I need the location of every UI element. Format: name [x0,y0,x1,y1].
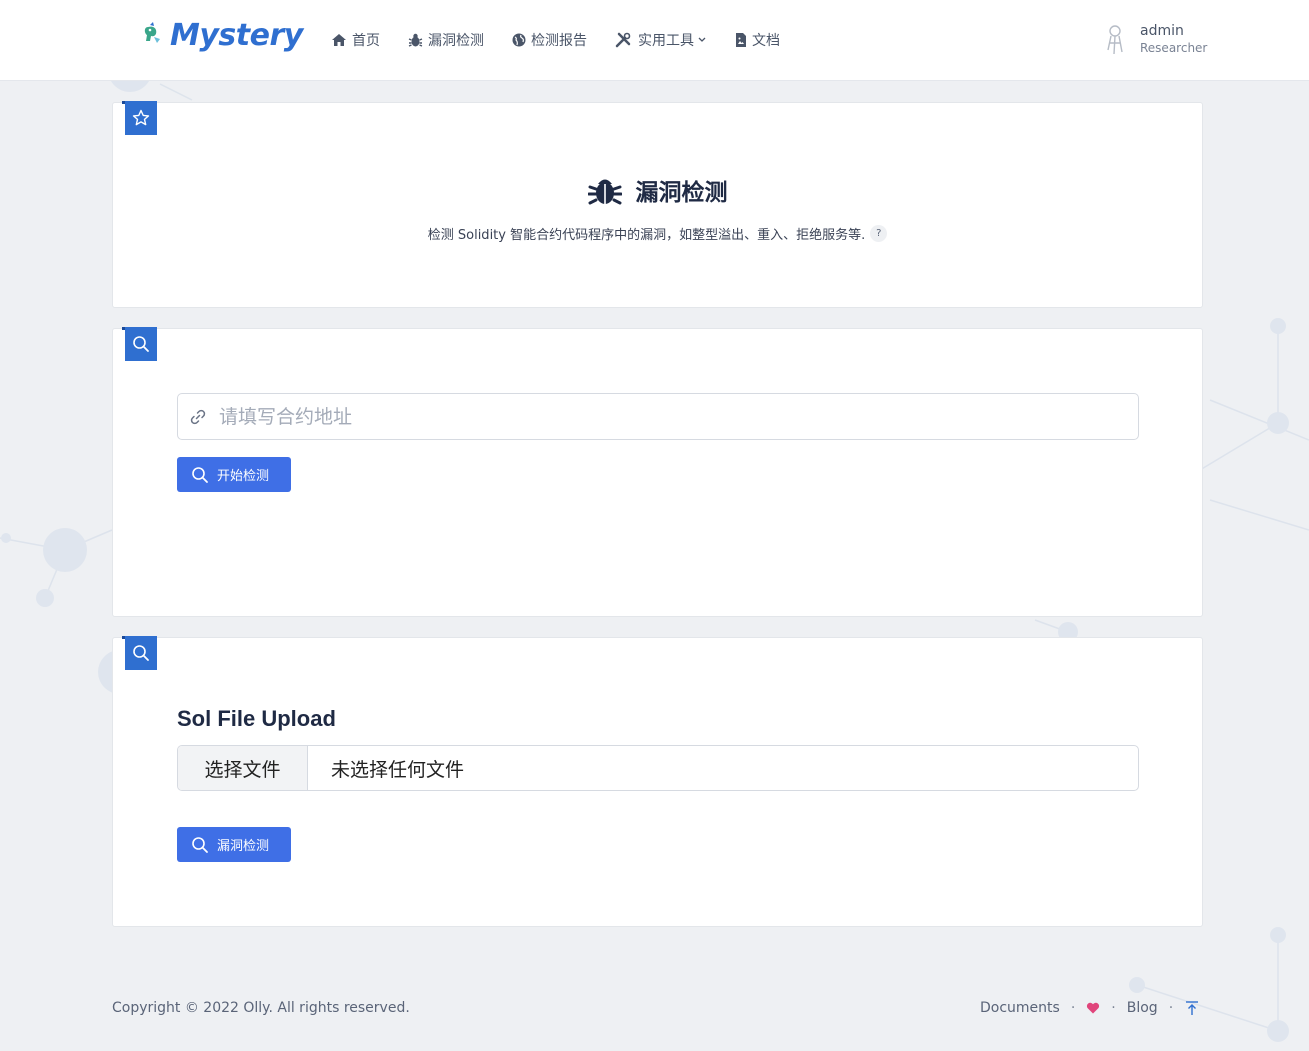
upload-detect-button[interactable]: 漏洞检测 [177,827,291,862]
intro-card: 漏洞检测 检测 Solidity 智能合约代码程序中的漏洞，如整型溢出、重入、拒… [112,101,1203,308]
footer-separator: · [1111,1000,1116,1016]
brand-logo-icon [144,21,160,43]
page-description: 检测 Solidity 智能合约代码程序中的漏洞，如整型溢出、重入、拒绝服务等. [427,228,866,243]
search-icon [133,336,149,352]
choose-file-button[interactable]: 选择文件 [178,746,308,790]
brand[interactable]: Mystery [140,18,303,53]
search-icon [133,645,149,661]
avatar [1107,25,1123,55]
contract-address-input[interactable] [219,405,1099,428]
globe-icon [512,33,526,47]
contract-address-field[interactable] [177,393,1139,440]
nav-item-label: 实用工具 [638,33,694,49]
button-label: 开始检测 [217,468,270,483]
footer-separator: · [1168,1000,1174,1016]
footer-links: Documents · · Blog · [980,1000,1200,1016]
upload-title: Sol File Upload [177,706,336,731]
file-upload-card: Sol File Upload 选择文件 未选择任何文件 漏洞检测 [112,636,1203,927]
search-icon [192,466,208,483]
top-navbar: Mystery 首页 漏洞检测 检测报告 实用工具 文档 admin Resea… [0,0,1309,81]
brand-name: Mystery [170,18,303,53]
help-badge[interactable]: ? [870,225,888,242]
address-detect-card: 开始检测 [112,327,1203,617]
card-ribbon [122,327,157,361]
footer-documents-link[interactable]: Documents [980,1000,1060,1016]
page-title: 漏洞检测 [635,180,728,206]
bug-icon [408,33,423,47]
nav-item-vuln-detect[interactable]: 漏洞检测 [408,30,484,50]
nav-item-reports[interactable]: 检测报告 [512,30,587,50]
tools-icon [615,32,631,48]
button-label: 漏洞检测 [217,838,270,853]
page-description-row: 检测 Solidity 智能合约代码程序中的漏洞，如整型溢出、重入、拒绝服务等.… [113,224,1202,243]
file-image-icon [736,33,746,47]
heart-icon[interactable] [1086,1002,1100,1014]
card-ribbon [122,636,157,670]
main-nav: 首页 漏洞检测 检测报告 实用工具 文档 [331,30,808,50]
home-icon [332,34,346,46]
user-role: Researcher [1140,41,1208,55]
footer-blog-link[interactable]: Blog [1127,1000,1158,1016]
footer-copyright: Copyright © 2022 Olly. All rights reserv… [112,1000,410,1016]
user-menu[interactable]: admin Researcher [1102,22,1207,56]
nav-item-label: 检测报告 [531,33,587,49]
nav-item-tools[interactable]: 实用工具 [615,30,707,50]
nav-item-label: 文档 [752,33,780,49]
footer-separator: · [1070,1000,1076,1016]
user-name: admin [1140,23,1184,39]
link-icon [190,409,206,424]
chevron-down-icon [698,37,706,42]
page-title-row: 漏洞检测 [113,173,1202,207]
star-icon [132,109,150,126]
nav-item-label: 首页 [352,33,380,49]
card-ribbon [122,101,157,135]
nav-item-label: 漏洞检测 [428,33,484,49]
file-status: 未选择任何文件 [331,758,465,781]
nav-item-docs[interactable]: 文档 [735,30,780,50]
user-info: admin Researcher [1140,23,1207,55]
file-input[interactable]: 选择文件 未选择任何文件 [177,745,1139,791]
start-detect-button[interactable]: 开始检测 [177,457,291,492]
scroll-top-icon[interactable] [1184,1000,1200,1016]
nav-item-home[interactable]: 首页 [331,30,380,50]
bug-icon [587,179,622,205]
search-icon [192,836,208,853]
